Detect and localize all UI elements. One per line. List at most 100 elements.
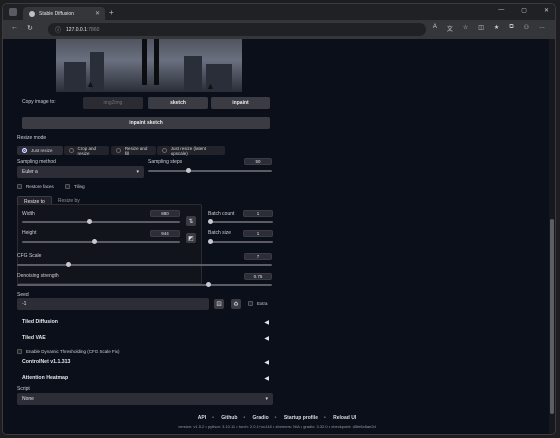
script-select[interactable]: None ▾ xyxy=(17,393,273,405)
accordion-title: Tiled Diffusion xyxy=(22,319,58,325)
slider-knob[interactable] xyxy=(65,262,71,267)
footer-link-api[interactable]: API xyxy=(198,415,206,421)
resize-mode-resize-and-fill[interactable]: Resize and fill xyxy=(111,146,156,156)
maximize-button[interactable]: ▢ xyxy=(521,7,527,14)
toolbar-icons: A 文 ☆ ◫ ★ ⧉ ⚇ … xyxy=(433,24,545,33)
cfg-scale-input[interactable]: 7 xyxy=(244,253,272,260)
width-label: Width xyxy=(22,211,35,217)
radio-label: Just resize xyxy=(31,148,53,153)
slider-knob[interactable] xyxy=(205,282,211,287)
sampling-steps-slider[interactable] xyxy=(148,168,272,173)
batch-size-slider[interactable] xyxy=(208,239,273,244)
building-shape xyxy=(64,62,86,92)
footer-link-startup-profile[interactable]: Startup profile xyxy=(284,415,318,421)
refresh-icon[interactable]: ↻ xyxy=(27,24,33,32)
close-tab-icon[interactable]: ✕ xyxy=(95,10,100,17)
webui-page: ▲ ▲ Copy image to: img2img sketch inpain… xyxy=(3,39,551,434)
width-input[interactable]: 880 xyxy=(150,210,180,217)
slider-knob[interactable] xyxy=(186,168,192,173)
height-input[interactable]: 944 xyxy=(150,230,180,237)
separator: • xyxy=(243,415,246,421)
copy-image-label: Copy image to: xyxy=(22,99,56,105)
url-host: 127.0.0.1 xyxy=(66,26,87,33)
resize-mode-just-resize[interactable]: Just resize xyxy=(17,146,63,155)
tiled-diffusion-accordion[interactable]: Tiled Diffusion ◀ xyxy=(17,315,273,329)
footer-link-gradio[interactable]: Gradio xyxy=(253,415,269,421)
seed-extra-checkbox[interactable]: Extra xyxy=(248,301,268,306)
figure-leg xyxy=(142,39,147,85)
slider-knob[interactable] xyxy=(208,239,213,244)
collections-icon[interactable]: ⧉ xyxy=(509,24,513,33)
window-controls: — ▢ ✕ xyxy=(498,7,549,14)
favorite-icon[interactable]: ☆ xyxy=(463,24,468,33)
figure-leg xyxy=(154,39,159,85)
copy-to-inpaint-sketch-button[interactable]: inpaint sketch xyxy=(22,117,270,129)
footer-link-github[interactable]: Github xyxy=(221,415,237,421)
close-window-button[interactable]: ✕ xyxy=(544,7,549,14)
read-aloud-icon[interactable]: A xyxy=(433,24,437,33)
cfg-scale-slider[interactable] xyxy=(17,262,272,267)
batch-size-input[interactable]: 1 xyxy=(243,230,273,237)
separator: • xyxy=(212,415,214,421)
swap-dimensions-icon[interactable]: ⇅ xyxy=(186,216,196,226)
dynamic-thresholding-checkbox[interactable]: Enable Dynamic Thresholding (CFG Scale F… xyxy=(17,349,119,354)
resize-mode-label: Resize mode xyxy=(17,135,47,141)
reuse-seed-recycle-icon[interactable]: ♻ xyxy=(231,299,241,309)
new-tab-button[interactable]: + xyxy=(109,8,114,17)
split-screen-icon[interactable]: ◫ xyxy=(478,24,484,33)
radio-dot xyxy=(22,148,27,153)
scrollbar-thumb[interactable] xyxy=(550,219,554,414)
favicon-icon xyxy=(29,10,35,17)
height-slider[interactable] xyxy=(22,239,180,244)
checkbox-box xyxy=(17,184,22,189)
favorites-icon[interactable]: ★ xyxy=(494,24,499,33)
select-value: None xyxy=(22,396,34,402)
generated-image-preview[interactable]: ▲ ▲ xyxy=(56,39,242,92)
resize-mode-latent-upscale[interactable]: Just resize (latent upscale) xyxy=(157,146,225,156)
radio-dot xyxy=(162,148,167,153)
attention-heatmap-accordion[interactable]: Attention Heatmap ◀ xyxy=(17,371,273,385)
slider-knob[interactable] xyxy=(208,219,213,224)
batch-size-label: Batch size xyxy=(208,230,232,236)
sampling-method-label: Sampling method xyxy=(17,159,56,165)
chevron-down-icon: ▾ xyxy=(265,396,268,402)
script-label: Script xyxy=(17,386,30,392)
browser-menu-icon[interactable] xyxy=(9,8,17,16)
site-info-icon[interactable]: ⓘ xyxy=(55,25,61,34)
accordion-title: Attention Heatmap xyxy=(22,375,69,381)
footer-link-reload-ui[interactable]: Reload UI xyxy=(333,415,356,421)
copy-to-img2img-button[interactable]: img2img xyxy=(83,97,143,109)
checkbox-box xyxy=(65,184,70,189)
extensions-icon[interactable]: ⚇ xyxy=(524,24,529,33)
random-seed-dice-icon[interactable]: ⚄ xyxy=(214,299,224,309)
sampling-method-select[interactable]: Euler a ▾ xyxy=(17,166,144,178)
controlnet-accordion[interactable]: ControlNet v1.1.313 ◀ xyxy=(17,355,273,369)
url-bar[interactable]: ⓘ 127.0.0.1 :7860 xyxy=(48,23,426,36)
sampling-steps-input[interactable]: 50 xyxy=(244,158,272,165)
seed-input[interactable]: -1 xyxy=(17,298,209,310)
collapse-triangle-icon: ◀ xyxy=(264,375,269,382)
back-icon[interactable]: ← xyxy=(11,24,18,31)
width-slider[interactable] xyxy=(22,219,180,224)
translate-icon[interactable]: 文 xyxy=(447,24,453,33)
browser-tab[interactable]: Stable Diffusion ✕ xyxy=(23,7,105,20)
denoising-strength-label: Denoising strength xyxy=(17,273,59,279)
minimize-button[interactable]: — xyxy=(498,7,504,14)
more-options-icon[interactable]: … xyxy=(539,24,545,33)
batch-count-input[interactable]: 1 xyxy=(243,210,273,217)
restore-faces-checkbox[interactable]: Restore faces xyxy=(17,184,54,189)
resize-mode-crop-and-resize[interactable]: Crop and resize xyxy=(64,146,109,156)
tiled-vae-accordion[interactable]: Tiled VAE ◀ xyxy=(17,331,273,345)
batch-count-slider[interactable] xyxy=(208,219,273,224)
aspect-ratio-icon[interactable]: ◩ xyxy=(186,233,196,243)
height-label: Height xyxy=(22,230,37,236)
tiling-checkbox[interactable]: Tiling xyxy=(65,184,85,189)
copy-to-inpaint-button[interactable]: inpaint xyxy=(211,97,270,109)
collapse-triangle-icon: ◀ xyxy=(264,335,269,342)
batch-count-label: Batch count xyxy=(208,211,235,217)
copy-to-sketch-button[interactable]: sketch xyxy=(148,97,208,109)
page-scrollbar[interactable] xyxy=(549,39,555,434)
denoising-strength-input[interactable]: 0.75 xyxy=(244,273,272,280)
tab-strip: Stable Diffusion ✕ + — ▢ ✕ xyxy=(3,4,555,20)
denoising-strength-slider[interactable] xyxy=(17,282,272,287)
